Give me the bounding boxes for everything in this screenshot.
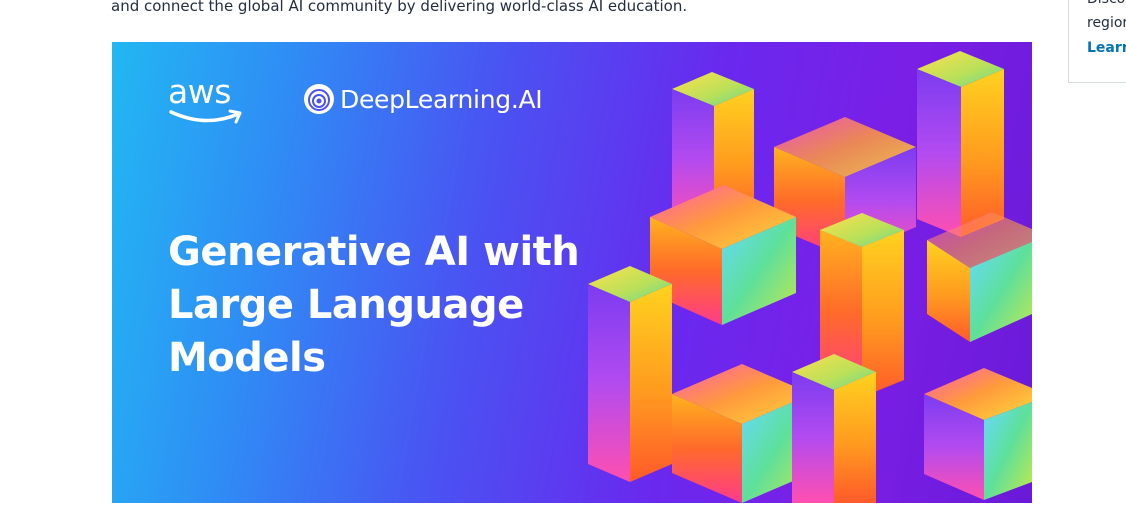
side-card-line1: Discov — [1087, 0, 1126, 8]
side-promo-card: Discov regior Learn — [1068, 0, 1126, 83]
side-card-line2: regior — [1087, 15, 1126, 31]
course-title: Generative AI with Large Language Models — [168, 226, 580, 385]
side-card-learn-link[interactable]: Learn — [1087, 39, 1126, 57]
intro-text: and connect the global AI community by d… — [111, 0, 688, 15]
cube-column-4 — [588, 266, 672, 482]
aws-smile-icon — [169, 109, 242, 124]
cube-block-3 — [927, 212, 1032, 342]
course-title-line1: Generative AI with — [168, 229, 580, 275]
deeplearning-ai-text: DeepLearning.AI — [340, 85, 543, 114]
cube-block-5 — [924, 368, 1032, 500]
deeplearning-ai-icon — [304, 84, 334, 114]
aws-logo: aws — [168, 72, 246, 128]
course-title-line2: Large Language — [168, 282, 524, 328]
course-banner-image: aws DeepLearning.AI Generative AI with L… — [112, 42, 1032, 503]
cube-column-5 — [792, 354, 876, 503]
course-title-line3: Models — [168, 335, 326, 381]
cube-block-4 — [672, 364, 812, 503]
cube-column-2 — [917, 51, 1004, 237]
